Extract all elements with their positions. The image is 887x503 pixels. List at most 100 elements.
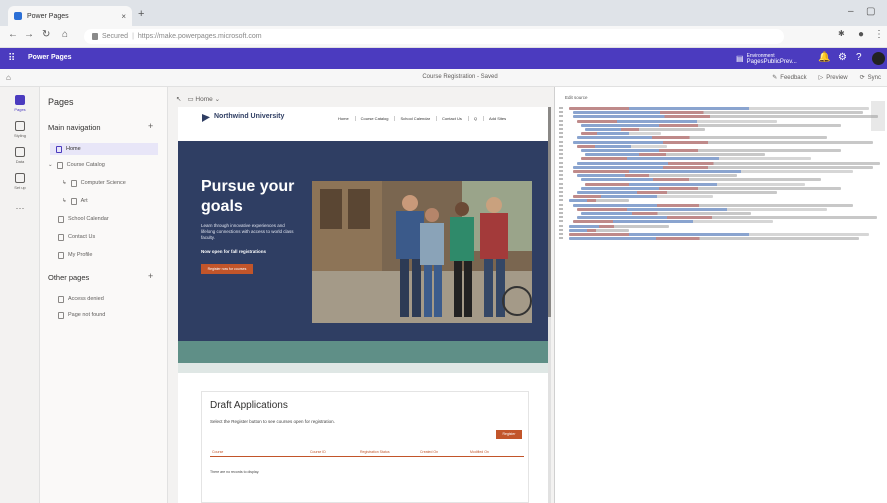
preview-label: Preview <box>826 74 848 81</box>
northwind-logo-icon <box>202 114 210 122</box>
back-icon[interactable]: ← <box>8 29 18 40</box>
rail-label: Pages <box>14 107 26 112</box>
environment-icon: ▤ <box>736 54 744 63</box>
command-bar: ⌂ Course Registration - Saved ✎ Feedback … <box>0 69 887 87</box>
home-page-icon <box>56 145 62 153</box>
line-number <box>559 191 563 193</box>
more-icon[interactable]: ⋮ <box>874 29 884 40</box>
code-line <box>577 191 777 194</box>
site-nav-home[interactable]: Home <box>338 116 349 121</box>
page-label: Art <box>80 198 88 204</box>
add-page-button[interactable]: + <box>148 121 153 131</box>
site-nav-school-calendar[interactable]: School Calendar <box>394 116 430 121</box>
register-courses-button[interactable]: Register now for courses <box>201 264 253 274</box>
settings-icon[interactable]: ⚙ <box>838 52 847 63</box>
url-field[interactable]: Secured | https://make.powerpages.micros… <box>84 29 784 44</box>
code-line <box>573 195 713 199</box>
canvas-scrollbar-thumb[interactable] <box>548 107 551 317</box>
page-item-access-denied[interactable]: Access denied <box>58 293 104 305</box>
pages-panel: Pages Main navigation + Home ⌄ Course Cat… <box>40 87 168 503</box>
code-line <box>585 128 705 131</box>
forward-icon[interactable]: → <box>24 29 34 40</box>
profile-icon[interactable]: ● <box>858 29 864 40</box>
line-number <box>559 111 563 114</box>
code-line <box>569 107 869 110</box>
code-editor-pane[interactable]: Edit source <box>554 87 887 503</box>
notifications-icon[interactable]: 🔔 <box>818 52 830 63</box>
column-header[interactable]: Modified On <box>470 450 489 454</box>
code-line <box>577 144 667 148</box>
page-item-page-not-found[interactable]: Page not found <box>58 309 105 321</box>
page-selector-label: Home <box>195 96 213 103</box>
code-line <box>577 161 880 165</box>
page-label: School Calendar <box>68 216 109 222</box>
rail-pages[interactable]: Pages <box>0 95 40 112</box>
rail-data[interactable]: Data <box>0 147 40 164</box>
preview-button[interactable]: ▷ Preview <box>819 74 848 82</box>
design-canvas: ↖ ▭ Home ⌄ Northwind University Home Cou… <box>168 87 554 503</box>
site-nav-course-catalog[interactable]: Course Catalog <box>354 116 388 121</box>
page-item-course-catalog[interactable]: ⌄ Course Catalog <box>48 159 105 171</box>
extensions-icon[interactable]: ✱ <box>838 29 845 38</box>
code-line <box>577 174 737 178</box>
page-item-art[interactable]: ↳ Art <box>62 195 88 207</box>
maximize-icon[interactable]: ▢ <box>866 6 875 17</box>
sync-button[interactable]: ⟳ Sync <box>859 74 881 82</box>
home-icon[interactable]: ⌂ <box>62 29 68 40</box>
rail-setup[interactable]: Set up <box>0 173 40 190</box>
environment-picker[interactable]: ▤ Environment PagesPublicPrev... <box>736 51 798 66</box>
avatar[interactable] <box>872 52 885 65</box>
line-number <box>559 186 563 189</box>
tree-branch-icon: ↳ <box>62 198 67 204</box>
line-number <box>559 237 563 240</box>
page-label: Contact Us <box>68 234 96 240</box>
line-number <box>559 132 563 135</box>
line-number <box>559 207 563 210</box>
help-icon[interactable]: ? <box>856 52 862 63</box>
add-other-page-button[interactable]: + <box>148 271 153 281</box>
sync-icon: ⟳ <box>859 75 865 81</box>
site-nav-add-sites[interactable]: Add Sites <box>482 116 506 121</box>
site-search-icon[interactable]: Q <box>467 116 477 121</box>
main-navigation-heading: Main navigation <box>48 123 101 132</box>
light-band <box>178 363 548 373</box>
code-line <box>569 228 629 232</box>
page-icon <box>58 215 64 223</box>
page-label: Access denied <box>68 296 104 302</box>
tab-close-icon[interactable]: × <box>121 12 126 21</box>
rail-more-icon[interactable]: ··· <box>0 203 40 213</box>
drafts-subtitle: Select the Register button to see course… <box>210 419 335 424</box>
page-item-computer-science[interactable]: ↳ Computer Science <box>62 177 126 189</box>
app-launcher-icon[interactable]: ⠿ <box>8 53 15 64</box>
page-item-school-calendar[interactable]: School Calendar <box>58 213 109 225</box>
line-number <box>559 140 563 143</box>
line-number <box>559 216 563 219</box>
page-item-contact-us[interactable]: Contact Us <box>58 231 95 243</box>
line-number <box>559 195 563 198</box>
code-line <box>581 149 841 152</box>
code-line <box>585 182 805 186</box>
page-item-home[interactable]: Home <box>50 143 158 155</box>
draft-applications-section[interactable]: Draft Applications Select the Register b… <box>201 391 529 503</box>
minimize-icon[interactable]: – <box>848 6 854 17</box>
collapse-panel-icon[interactable]: ↖ <box>176 95 181 103</box>
page-selector[interactable]: ▭ Home ⌄ <box>187 95 220 103</box>
rail-label: Styling <box>13 133 26 138</box>
site-nav-contact-us[interactable]: Contact Us <box>436 116 462 121</box>
column-header[interactable]: Course <box>212 450 223 454</box>
hero-section[interactable]: Pursue your goals Learn through innovati… <box>178 141 548 341</box>
column-header[interactable]: Course ID <box>310 450 326 454</box>
rail-styling[interactable]: Styling <box>0 121 40 138</box>
new-tab-button[interactable]: + <box>138 8 144 20</box>
site-preview: Northwind University Home Course Catalog… <box>178 107 548 503</box>
browser-tab[interactable]: Power Pages × <box>8 6 132 26</box>
feedback-button[interactable]: ✎ Feedback <box>772 74 807 82</box>
site-menu-icon[interactable]: ⌂ <box>6 73 11 82</box>
register-button[interactable]: Register <box>496 430 522 439</box>
feedback-label: Feedback <box>780 74 807 81</box>
refresh-icon[interactable]: ↻ <box>42 29 50 40</box>
column-header[interactable]: Registration Status <box>360 450 390 454</box>
column-header[interactable]: Created On <box>420 450 438 454</box>
page-item-my-profile[interactable]: My Profile <box>58 249 92 261</box>
code-line <box>581 123 841 127</box>
